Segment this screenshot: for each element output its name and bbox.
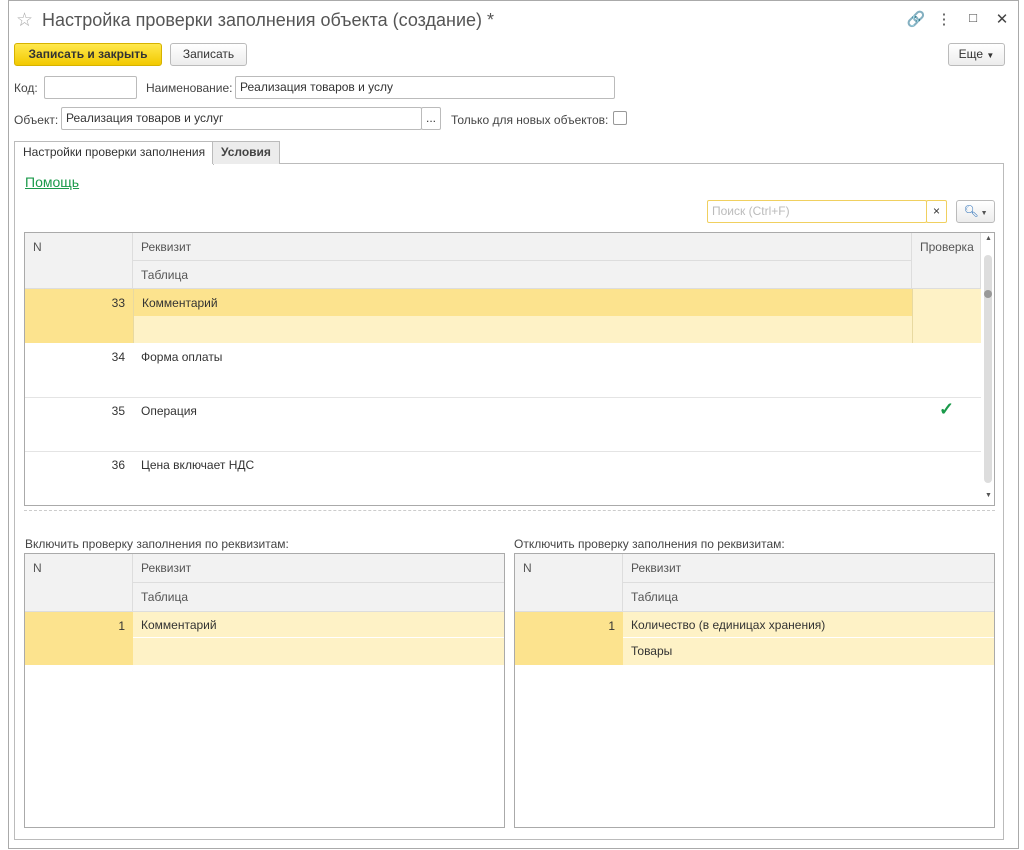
header-attribute[interactable]: Реквизит	[623, 554, 994, 583]
tab-conditions[interactable]: Условия	[212, 141, 280, 164]
exclude-table: N Реквизит Таблица 1 Количество (в едини…	[514, 553, 995, 828]
row-table	[133, 316, 912, 343]
header-attribute[interactable]: Реквизит	[133, 233, 912, 261]
more-label: Еще	[958, 47, 984, 61]
row-n: 34	[111, 350, 125, 364]
favorite-star-icon[interactable]: ☆	[16, 9, 33, 32]
row-table	[133, 638, 504, 665]
row-n: 1	[25, 612, 133, 665]
close-icon[interactable]: ✕	[992, 10, 1012, 28]
header-n[interactable]: N	[25, 554, 133, 612]
scrollbar-thumb[interactable]	[984, 290, 992, 298]
header-check[interactable]: Проверка	[912, 233, 981, 289]
row-n: 35	[111, 404, 125, 418]
object-label: Объект:	[14, 113, 59, 127]
chevron-down-icon: ▼	[978, 210, 988, 217]
search-icon: 🔍︎	[963, 204, 979, 218]
main-table: N Реквизит Таблица Проверка 33 Комментар…	[24, 232, 995, 506]
more-menu-icon[interactable]: ⋮	[934, 10, 954, 28]
scrollbar[interactable]: ▲ ▼	[981, 233, 994, 505]
header-table[interactable]: Таблица	[133, 261, 912, 289]
row-attribute: Комментарий	[133, 289, 912, 316]
row-n: 33	[25, 289, 133, 343]
name-label: Наименование:	[146, 81, 233, 95]
check-mark-icon[interactable]: ✓	[912, 395, 981, 423]
header-n[interactable]: N	[515, 554, 623, 612]
window-title: Настройка проверки заполнения объекта (с…	[42, 10, 495, 30]
scroll-up-icon[interactable]: ▲	[985, 235, 992, 242]
row-attribute: Форма оплаты	[141, 350, 223, 364]
header-table[interactable]: Таблица	[133, 583, 504, 612]
chevron-down-icon: ▼	[986, 51, 995, 60]
save-button[interactable]: Записать	[170, 43, 247, 66]
header-table[interactable]: Таблица	[623, 583, 994, 612]
search-options-button[interactable]: 🔍︎ ▼	[956, 200, 995, 223]
only-new-label: Только для новых объектов:	[451, 113, 609, 127]
code-input[interactable]	[44, 76, 137, 99]
more-button[interactable]: Еще ▼	[948, 43, 1005, 66]
name-input[interactable]: Реализация товаров и услу	[235, 76, 615, 99]
search-clear-button[interactable]: ×	[926, 200, 947, 223]
row-attribute: Цена включает НДС	[141, 458, 255, 472]
row-attribute: Количество (в единицах хранения)	[623, 612, 994, 638]
row-attribute: Комментарий	[133, 612, 504, 638]
only-new-checkbox[interactable]	[613, 111, 627, 125]
header-n[interactable]: N	[25, 233, 133, 289]
save-and-close-button[interactable]: Записать и закрыть	[14, 43, 162, 66]
help-link[interactable]: Помощь	[25, 174, 79, 190]
scroll-down-icon[interactable]: ▼	[985, 492, 992, 499]
splitter[interactable]	[24, 510, 995, 511]
exclude-table-label: Отключить проверку заполнения по реквизи…	[514, 537, 785, 551]
header-attribute[interactable]: Реквизит	[133, 554, 504, 583]
row-n: 1	[515, 612, 623, 665]
link-icon[interactable]: 🔗	[906, 10, 926, 28]
object-input[interactable]: Реализация товаров и услуг	[61, 107, 422, 130]
row-attribute: Операция	[141, 404, 197, 418]
object-select-button[interactable]: ...	[421, 107, 441, 130]
code-label: Код:	[14, 81, 38, 95]
tab-fill-settings[interactable]: Настройки проверки заполнения	[14, 141, 215, 165]
include-table-label: Включить проверку заполнения по реквизит…	[25, 537, 289, 551]
maximize-icon[interactable]: □	[963, 10, 983, 25]
row-check[interactable]	[912, 289, 981, 343]
row-table: Товары	[623, 638, 994, 665]
search-input[interactable]: Поиск (Ctrl+F)	[707, 200, 927, 223]
include-table: N Реквизит Таблица 1 Комментарий	[24, 553, 505, 828]
row-n: 36	[111, 458, 125, 472]
